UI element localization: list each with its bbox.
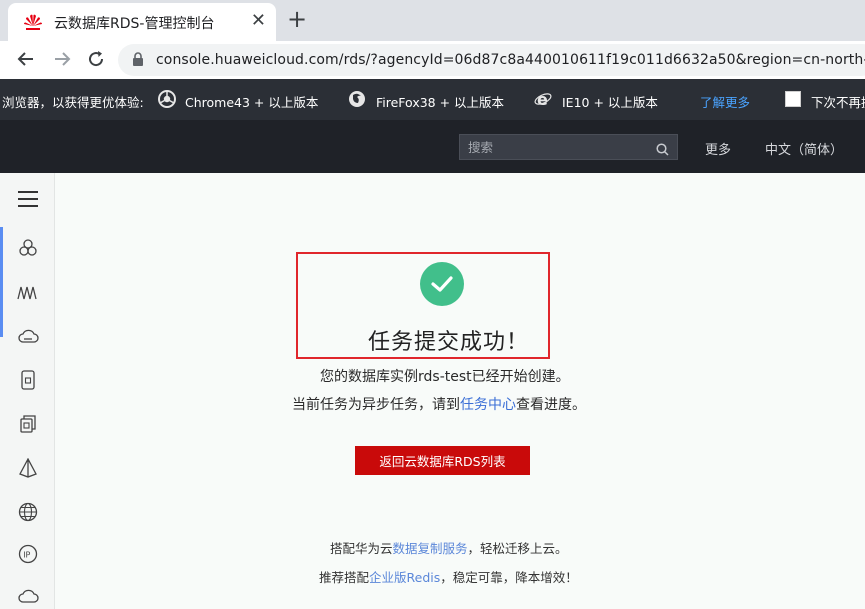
lock-icon	[132, 52, 144, 71]
tab-title: 云数据库RDS-管理控制台	[54, 16, 215, 32]
reload-icon[interactable]	[82, 45, 110, 73]
compat-prefix: 浏览器，以获得更优体验:	[2, 95, 144, 110]
browser-compat-bar: 浏览器，以获得更优体验: Chrome43 + 以上版本 FireFox38 +…	[0, 79, 865, 120]
new-tab-button[interactable]: +	[287, 5, 307, 33]
search-box[interactable]	[459, 134, 678, 160]
browser-tab-strip: 云数据库RDS-管理控制台 ✕ +	[0, 0, 865, 41]
service-sidebar: IP	[0, 173, 55, 609]
dont-show-label: 下次不再提	[811, 95, 865, 110]
address-bar[interactable]: console.huaweicloud.com/rds/?agencyId=06…	[118, 44, 865, 76]
drs-recommendation: 搭配华为云数据复制服务，轻松迁移上云。	[330, 538, 568, 557]
browser-tab[interactable]: 云数据库RDS-管理控制台 ✕	[8, 3, 276, 41]
forward-arrow-icon[interactable]	[48, 45, 76, 73]
async-task-suffix: 查看进度。	[516, 397, 586, 413]
success-title: 任务提交成功！	[368, 330, 530, 355]
dont-show-checkbox[interactable]	[785, 91, 801, 107]
back-arrow-icon[interactable]	[12, 45, 40, 73]
drs-tip-suffix: ，轻松迁移上云。	[467, 541, 568, 556]
url-text: console.huaweicloud.com/rds/?agencyId=06…	[156, 52, 865, 68]
pyramid-icon[interactable]	[16, 456, 40, 480]
return-to-rds-list-button[interactable]: 返回云数据库RDS列表	[355, 446, 530, 475]
wave-icon[interactable]	[16, 280, 40, 304]
svg-text:e: e	[537, 90, 548, 108]
learn-more-link[interactable]: 了解更多	[700, 92, 750, 111]
copy-icon[interactable]	[16, 412, 40, 436]
success-check-icon	[420, 262, 464, 306]
menu-icon[interactable]	[16, 187, 40, 211]
language-switch[interactable]: 中文（简体）	[765, 139, 843, 158]
huawei-logo-icon	[22, 13, 44, 31]
cluster-icon[interactable]	[16, 236, 40, 260]
drs-tip-prefix: 搭配华为云	[330, 541, 393, 556]
task-center-link[interactable]: 任务中心	[460, 397, 516, 413]
ie-version: IE10 + 以上版本	[562, 95, 658, 110]
data-replication-service-link[interactable]: 数据复制服务	[393, 541, 468, 556]
svg-text:IP: IP	[23, 551, 30, 560]
redis-tip-prefix: 推荐搭配	[319, 570, 370, 585]
ip-icon[interactable]: IP	[16, 542, 40, 566]
redis-recommendation: 推荐搭配企业版Redis，稳定可靠，降本增效！	[319, 567, 578, 586]
firefox-version: FireFox38 + 以上版本	[376, 95, 505, 110]
globe-icon[interactable]	[16, 500, 40, 524]
cloud-service-icon[interactable]	[16, 584, 40, 608]
redis-tip-suffix: ，稳定可靠，降本增效！	[440, 570, 578, 585]
cloud-icon[interactable]	[16, 324, 40, 348]
close-tab-icon[interactable]: ✕	[251, 10, 266, 31]
sidebar-active-indicator	[0, 227, 3, 337]
firefox-icon	[348, 90, 366, 111]
creation-message: 您的数据库实例rds-test已经开始创建。	[320, 369, 570, 385]
async-task-message: 当前任务为异步任务，请到任务中心查看进度。	[292, 394, 586, 414]
console-header: 更多 中文（简体）	[0, 120, 865, 173]
search-input[interactable]	[468, 138, 648, 156]
async-task-prefix: 当前任务为异步任务，请到	[292, 397, 460, 413]
ie-icon: e	[534, 90, 552, 111]
chrome-version: Chrome43 + 以上版本	[185, 95, 319, 110]
document-icon[interactable]	[16, 368, 40, 392]
browser-toolbar: console.huaweicloud.com/rds/?agencyId=06…	[0, 41, 865, 79]
enterprise-redis-link[interactable]: 企业版Redis	[369, 570, 440, 585]
more-menu[interactable]: 更多	[705, 139, 731, 158]
chrome-icon	[158, 90, 176, 111]
search-icon[interactable]	[656, 141, 669, 160]
